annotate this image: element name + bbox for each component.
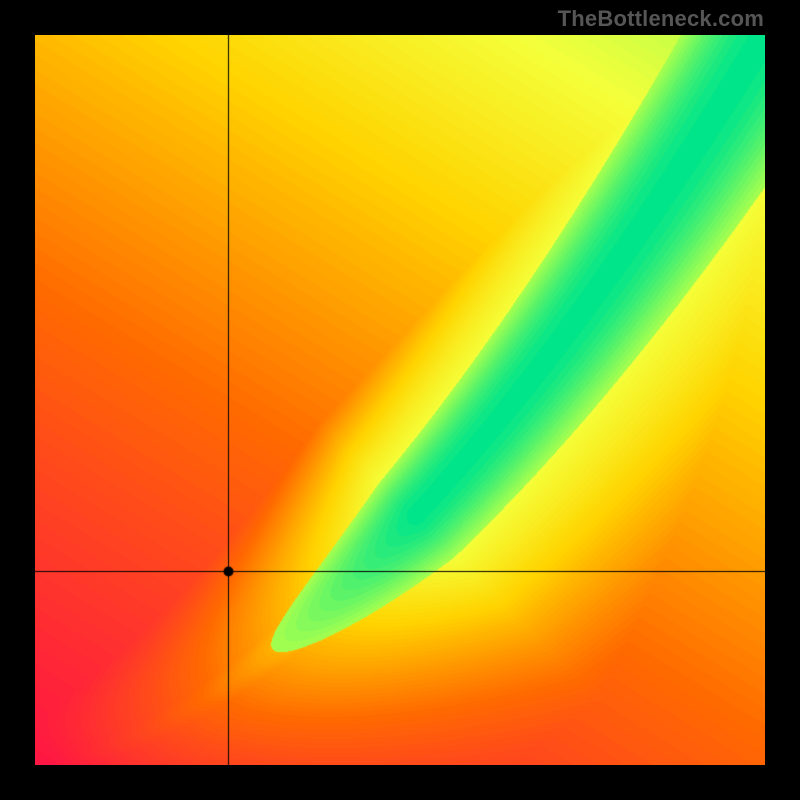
watermark-label: TheBottleneck.com [558, 6, 764, 32]
plot-area [35, 35, 765, 765]
heatmap-canvas [35, 35, 765, 765]
chart-frame: TheBottleneck.com [0, 0, 800, 800]
